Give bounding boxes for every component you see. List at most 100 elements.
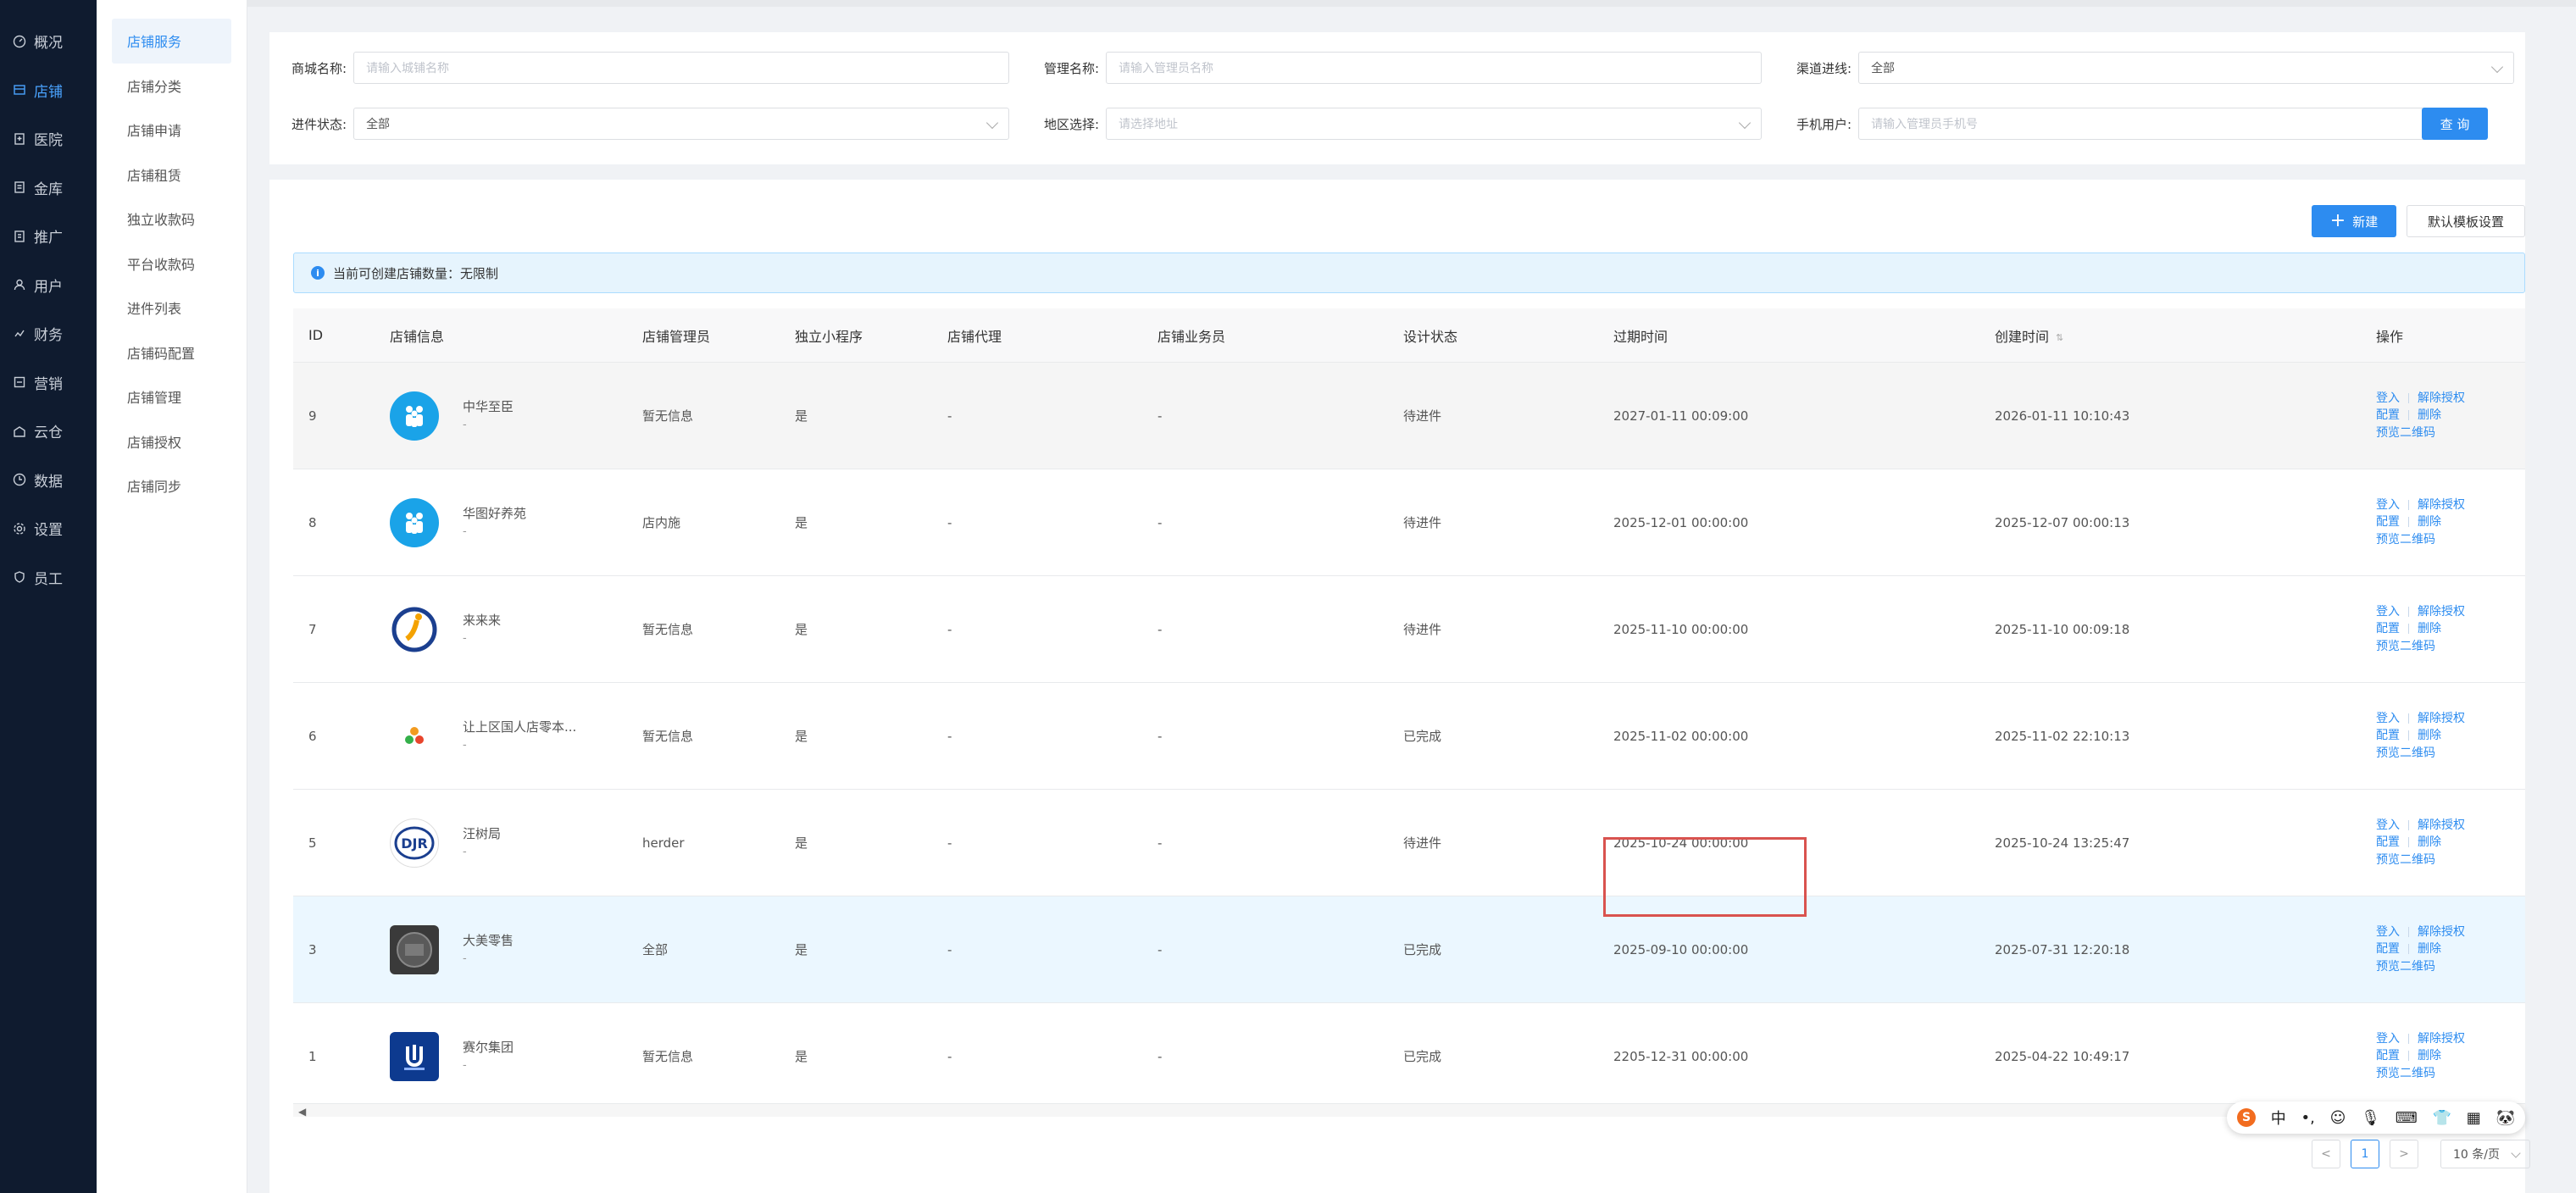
nav-item-promotion[interactable]: 推广 (0, 212, 97, 261)
ime-mode[interactable]: 中 (2271, 1107, 2286, 1129)
submenu-item[interactable]: 店铺分类 (97, 64, 247, 108)
ime-voice-icon[interactable]: 🎙 (2361, 1109, 2380, 1127)
nav-item-marketing[interactable]: 营销 (0, 358, 97, 408)
new-store-button[interactable]: + 新建 (2312, 205, 2396, 237)
scroll-left-icon[interactable]: ◀ (298, 1106, 306, 1118)
default-template-button[interactable]: 默认模板设置 (2407, 205, 2525, 237)
login-link[interactable]: 登入 (2376, 603, 2400, 620)
submenu-item[interactable]: 店铺码配置 (97, 330, 247, 375)
submenu-item[interactable]: 店铺服务 (112, 19, 231, 64)
delete-link[interactable]: 删除 (2418, 941, 2441, 957)
table-row[interactable]: 9 中华至臣 - 暂无信息 是 - - 待进件 2027-01-11 00:09:00 2026-… (293, 363, 2525, 469)
config-link[interactable]: 配置 (2376, 941, 2400, 957)
preview-qrcode-link[interactable]: 预览二维码 (2376, 1065, 2435, 1082)
nav-item-finance[interactable]: 财务 (0, 309, 97, 358)
submenu-item[interactable]: 独立收款码 (97, 197, 247, 241)
chevron-down-icon (2511, 1148, 2521, 1158)
submenu-item[interactable]: 店铺同步 (97, 463, 247, 508)
unauthorize-link[interactable]: 解除授权 (2418, 817, 2465, 834)
ime-emoji-icon[interactable]: ☺ (2330, 1109, 2346, 1127)
nav-item-user[interactable]: 用户 (0, 261, 97, 310)
table-row[interactable]: 8 华图好养苑 - 店内施 是 - - 待进件 2025-12-01 00:00:00 2025-… (293, 469, 2525, 576)
store-name-input[interactable]: 请输入城铺名称 (353, 52, 1010, 84)
submenu-item[interactable]: 店铺申请 (97, 108, 247, 153)
unauthorize-link[interactable]: 解除授权 (2418, 710, 2465, 727)
preview-qrcode-link[interactable]: 预览二维码 (2376, 638, 2435, 655)
preview-qrcode-link[interactable]: 预览二维码 (2376, 531, 2435, 548)
config-link[interactable]: 配置 (2376, 727, 2400, 744)
submenu-item[interactable]: 店铺管理 (97, 375, 247, 419)
delete-link[interactable]: 删除 (2418, 1047, 2441, 1064)
unauthorize-link[interactable]: 解除授权 (2418, 497, 2465, 513)
table-row[interactable]: 5 DJR 汪树局 - herder 是 - - 待进件 2025-10-24 00:00:00 2… (293, 790, 2525, 896)
ime-logo[interactable]: S (2237, 1108, 2256, 1127)
phone-input[interactable]: 请输入管理员手机号 (1858, 108, 2449, 140)
submenu-item[interactable]: 店铺授权 (97, 419, 247, 464)
status-select[interactable]: 全部 (353, 108, 1010, 140)
channel-value: 全部 (1871, 62, 1896, 75)
ime-toolbox-icon[interactable]: ▦ (2467, 1109, 2481, 1127)
prev-page-button[interactable]: < (2312, 1140, 2340, 1168)
nav-item-staff[interactable]: 员工 (0, 553, 97, 602)
config-link[interactable]: 配置 (2376, 407, 2400, 424)
nav-item-data[interactable]: 数据 (0, 456, 97, 505)
submenu-item[interactable]: 进件列表 (97, 286, 247, 330)
nav-item-dashboard[interactable]: 概况 (0, 17, 97, 66)
store-logo (390, 924, 439, 974)
nav-item-vault[interactable]: 金库 (0, 164, 97, 213)
submenu-item[interactable]: 店铺租赁 (97, 153, 247, 197)
page-size-select[interactable]: 10 条/页 (2440, 1140, 2530, 1168)
col-created[interactable]: 创建时间 ⇅ (1979, 325, 2361, 346)
svg-text:DJR: DJR (401, 835, 428, 852)
login-link[interactable]: 登入 (2376, 710, 2400, 727)
ime-punct-icon[interactable]: •, (2301, 1109, 2315, 1127)
nav-item-store[interactable]: 店铺 (0, 66, 97, 115)
login-link[interactable]: 登入 (2376, 1030, 2400, 1047)
config-link[interactable]: 配置 (2376, 834, 2400, 851)
login-link[interactable]: 登入 (2376, 390, 2400, 407)
delete-link[interactable]: 删除 (2418, 834, 2441, 851)
delete-link[interactable]: 删除 (2418, 727, 2441, 744)
unauthorize-link[interactable]: 解除授权 (2418, 390, 2465, 407)
ime-mascot-icon[interactable]: 🐼 (2496, 1109, 2515, 1127)
cell-created: 2025-11-02 22:10:13 (1995, 728, 2130, 744)
preview-qrcode-link[interactable]: 预览二维码 (2376, 745, 2435, 762)
unauthorize-link[interactable]: 解除授权 (2418, 603, 2465, 620)
nav-item-hospital[interactable]: 医院 (0, 114, 97, 164)
ime-skin-icon[interactable]: 👕 (2433, 1109, 2451, 1127)
next-page-button[interactable]: > (2390, 1140, 2418, 1168)
data-icon (12, 472, 27, 487)
login-link[interactable]: 登入 (2376, 497, 2400, 513)
table-row[interactable]: 6 让上区国人店零本... - 暂无信息 是 - - 已完成 2025-11-02 00:00:… (293, 683, 2525, 790)
page-number-button[interactable]: 1 (2351, 1140, 2379, 1168)
login-link[interactable]: 登入 (2376, 924, 2400, 941)
table-row[interactable]: 7 来来来 - 暂无信息 是 - - 待进件 2025-11-10 00:00:00 2025-1… (293, 576, 2525, 683)
cell-id: 1 (308, 1048, 317, 1064)
nav-item-warehouse[interactable]: 云仓 (0, 407, 97, 456)
config-link[interactable]: 配置 (2376, 1047, 2400, 1064)
nav-item-settings[interactable]: 设置 (0, 504, 97, 553)
table-row[interactable]: 3 大美零售 - 全部 是 - - 已完成 2025-09-10 00:00:00 2025-07… (293, 896, 2525, 1003)
unauthorize-link[interactable]: 解除授权 (2418, 1030, 2465, 1047)
table-row[interactable]: 1 赛尔集团 - 暂无信息 是 - - 已完成 2205-12-31 00:00:00 2025-… (293, 1003, 2525, 1110)
delete-link[interactable]: 删除 (2418, 513, 2441, 530)
config-link[interactable]: 配置 (2376, 513, 2400, 530)
region-select[interactable]: 请选择地址 (1106, 108, 1763, 140)
preview-qrcode-link[interactable]: 预览二维码 (2376, 852, 2435, 868)
cell-mini: 是 (795, 942, 808, 957)
query-button[interactable]: 查 询 (2422, 108, 2488, 140)
cell-mini: 是 (795, 622, 808, 637)
preview-qrcode-link[interactable]: 预览二维码 (2376, 958, 2435, 975)
login-link[interactable]: 登入 (2376, 817, 2400, 834)
manager-name-input[interactable]: 请输入管理员名称 (1106, 52, 1763, 84)
submenu-item[interactable]: 平台收款码 (97, 241, 247, 286)
sort-icon[interactable]: ⇅ (2056, 332, 2063, 343)
preview-qrcode-link[interactable]: 预览二维码 (2376, 424, 2435, 441)
horizontal-scrollbar[interactable]: ◀ (293, 1103, 2525, 1118)
ime-keyboard-icon[interactable]: ⌨ (2396, 1109, 2418, 1127)
delete-link[interactable]: 删除 (2418, 407, 2441, 424)
channel-select[interactable]: 全部 (1858, 52, 2515, 84)
delete-link[interactable]: 删除 (2418, 620, 2441, 637)
unauthorize-link[interactable]: 解除授权 (2418, 924, 2465, 941)
config-link[interactable]: 配置 (2376, 620, 2400, 637)
